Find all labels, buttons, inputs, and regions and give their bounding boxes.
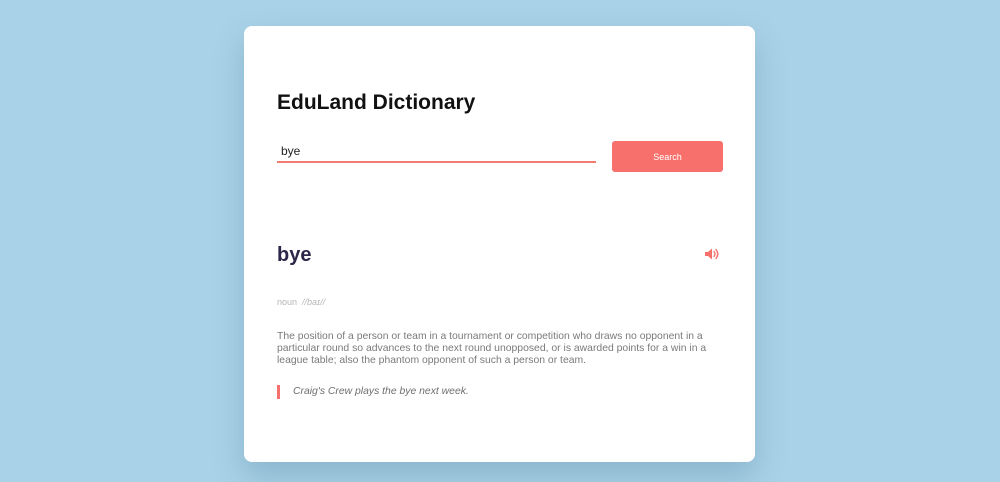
- search-input[interactable]: [277, 141, 596, 163]
- result-word: bye: [277, 244, 312, 266]
- speaker-volume-icon: [705, 248, 719, 260]
- definition: The position of a person or team in a to…: [277, 331, 707, 366]
- search-button[interactable]: Search: [612, 141, 723, 172]
- phonetic: //baɪ//: [302, 297, 326, 307]
- word-meta: noun //baɪ//: [277, 297, 325, 307]
- example-quote: Craig's Crew plays the bye next week.: [277, 385, 469, 399]
- search-bar: Search: [277, 141, 723, 173]
- dictionary-card: EduLand Dictionary Search bye noun //baɪ/…: [244, 26, 755, 462]
- part-of-speech: noun: [277, 297, 298, 307]
- app-title: EduLand Dictionary: [277, 91, 476, 114]
- pronounce-button[interactable]: [704, 247, 720, 261]
